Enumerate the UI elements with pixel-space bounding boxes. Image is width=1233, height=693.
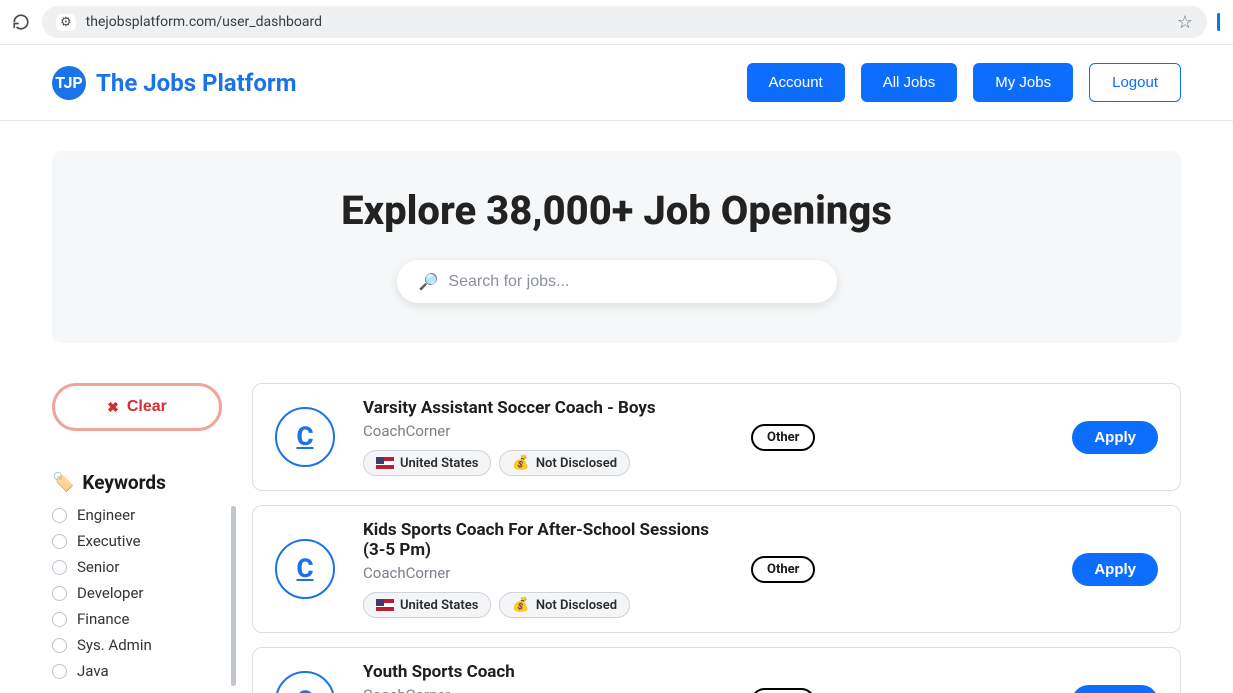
keyword-label: Developer [77, 584, 144, 602]
keyword-label: Sys. Admin [77, 636, 152, 654]
reload-icon[interactable] [10, 11, 32, 33]
keyword-option[interactable]: Finance [52, 610, 222, 628]
header-nav: Account All Jobs My Jobs Logout [747, 63, 1181, 102]
flag-icon [376, 599, 394, 611]
radio-icon[interactable] [52, 508, 67, 523]
job-list: C Varsity Assistant Soccer Coach - Boys Co… [252, 383, 1181, 693]
browser-toolbar: ⚙ thejobsplatform.com/user_dashboard ☆ [0, 0, 1233, 44]
hero-title: Explore 38,000+ Job Openings [72, 187, 1161, 234]
job-company: CoachCorner [363, 422, 723, 440]
brand-name: The Jobs Platform [96, 69, 296, 97]
hero-section: Explore 38,000+ Job Openings 🔎 [0, 121, 1233, 343]
radio-icon[interactable] [52, 534, 67, 549]
job-company: CoachCorner [363, 564, 723, 582]
category-badge: Other [751, 424, 815, 451]
salary-tag: 💰 Not Disclosed [499, 592, 630, 618]
job-company: CoachCorner [363, 686, 723, 693]
clear-label: Clear [127, 398, 167, 416]
job-info: Kids Sports Coach For After-School Sessi… [363, 520, 723, 618]
job-card: C Varsity Assistant Soccer Coach - Boys Co… [252, 383, 1181, 491]
job-info: Varsity Assistant Soccer Coach - Boys Coa… [363, 398, 723, 476]
site-info-icon[interactable]: ⚙ [56, 14, 76, 31]
location-tag: United States [363, 592, 491, 618]
search-icon: 🔎 [419, 272, 439, 291]
keyword-label: Java [77, 662, 109, 680]
url-text: thejobsplatform.com/user_dashboard [86, 14, 1167, 30]
keyword-label: Engineer [77, 506, 135, 524]
keyword-option[interactable]: Developer [52, 584, 222, 602]
nav-account[interactable]: Account [747, 63, 845, 102]
salary-tag: 💰 Not Disclosed [499, 450, 630, 476]
company-logo[interactable]: C [275, 539, 335, 599]
keyword-option[interactable]: Engineer [52, 506, 222, 524]
keywords-heading: 🏷️ Keywords [52, 471, 222, 494]
job-tags: United States 💰 Not Disclosed [363, 592, 723, 618]
job-title[interactable]: Varsity Assistant Soccer Coach - Boys [363, 398, 723, 418]
job-title[interactable]: Kids Sports Coach For After-School Sessi… [363, 520, 723, 560]
app-header: TJP The Jobs Platform Account All Jobs M… [0, 45, 1233, 121]
moneybag-icon: 💰 [512, 597, 529, 613]
keyword-label: Executive [77, 532, 141, 550]
nav-my-jobs[interactable]: My Jobs [973, 63, 1073, 102]
brand[interactable]: TJP The Jobs Platform [52, 66, 296, 100]
location-label: United States [400, 598, 478, 613]
job-tags: United States 💰 Not Disclosed [363, 450, 723, 476]
tag-icon: 🏷️ [52, 472, 74, 493]
location-tag: United States [363, 450, 491, 476]
keyword-label: Senior [77, 558, 119, 576]
keyword-option[interactable]: Senior [52, 558, 222, 576]
keyword-label: Finance [77, 610, 129, 628]
salary-label: Not Disclosed [536, 598, 617, 613]
category-badge: Other [751, 556, 815, 583]
salary-label: Not Disclosed [536, 456, 617, 471]
company-logo[interactable]: C [275, 407, 335, 467]
category-badge: Other [751, 688, 815, 693]
nav-all-jobs[interactable]: All Jobs [861, 63, 958, 102]
location-label: United States [400, 456, 478, 471]
radio-icon[interactable] [52, 638, 67, 653]
radio-icon[interactable] [52, 664, 67, 679]
apply-button[interactable]: Apply [1072, 421, 1158, 454]
filter-sidebar: ✖ Clear 🏷️ Keywords Engineer Executive Sen… [52, 383, 222, 693]
job-info: Youth Sports CoachCoachCornerUnited Stat… [363, 662, 723, 693]
moneybag-icon: 💰 [512, 455, 529, 471]
company-logo[interactable]: C [275, 671, 335, 693]
radio-icon[interactable] [52, 586, 67, 601]
keyword-option[interactable]: Sys. Admin [52, 636, 222, 654]
main-content: ✖ Clear 🏷️ Keywords Engineer Executive Sen… [0, 343, 1233, 693]
nav-logout[interactable]: Logout [1089, 63, 1181, 102]
keyword-option[interactable]: Java [52, 662, 222, 680]
profile-indicator[interactable] [1217, 13, 1223, 31]
apply-button[interactable]: Apply [1072, 553, 1158, 586]
radio-icon[interactable] [52, 612, 67, 627]
keyword-list: Engineer Executive Senior Developer Finance S… [52, 506, 222, 680]
bookmark-star-icon[interactable]: ☆ [1177, 12, 1193, 33]
scrollbar[interactable] [231, 506, 236, 686]
flag-icon [376, 457, 394, 469]
job-title[interactable]: Youth Sports Coach [363, 662, 723, 682]
close-icon: ✖ [107, 399, 119, 416]
job-card: C Kids Sports Coach For After-School Sess… [252, 505, 1181, 633]
keyword-option[interactable]: Executive [52, 532, 222, 550]
brand-logo-icon: TJP [52, 66, 86, 100]
url-bar[interactable]: ⚙ thejobsplatform.com/user_dashboard ☆ [42, 6, 1207, 38]
radio-icon[interactable] [52, 560, 67, 575]
search-box[interactable]: 🔎 [397, 260, 837, 303]
clear-filters-button[interactable]: ✖ Clear [52, 383, 222, 431]
search-input[interactable] [448, 273, 814, 291]
job-card: CYouth Sports CoachCoachCornerUnited Sta… [252, 647, 1181, 693]
apply-button[interactable]: Apply [1072, 685, 1158, 693]
